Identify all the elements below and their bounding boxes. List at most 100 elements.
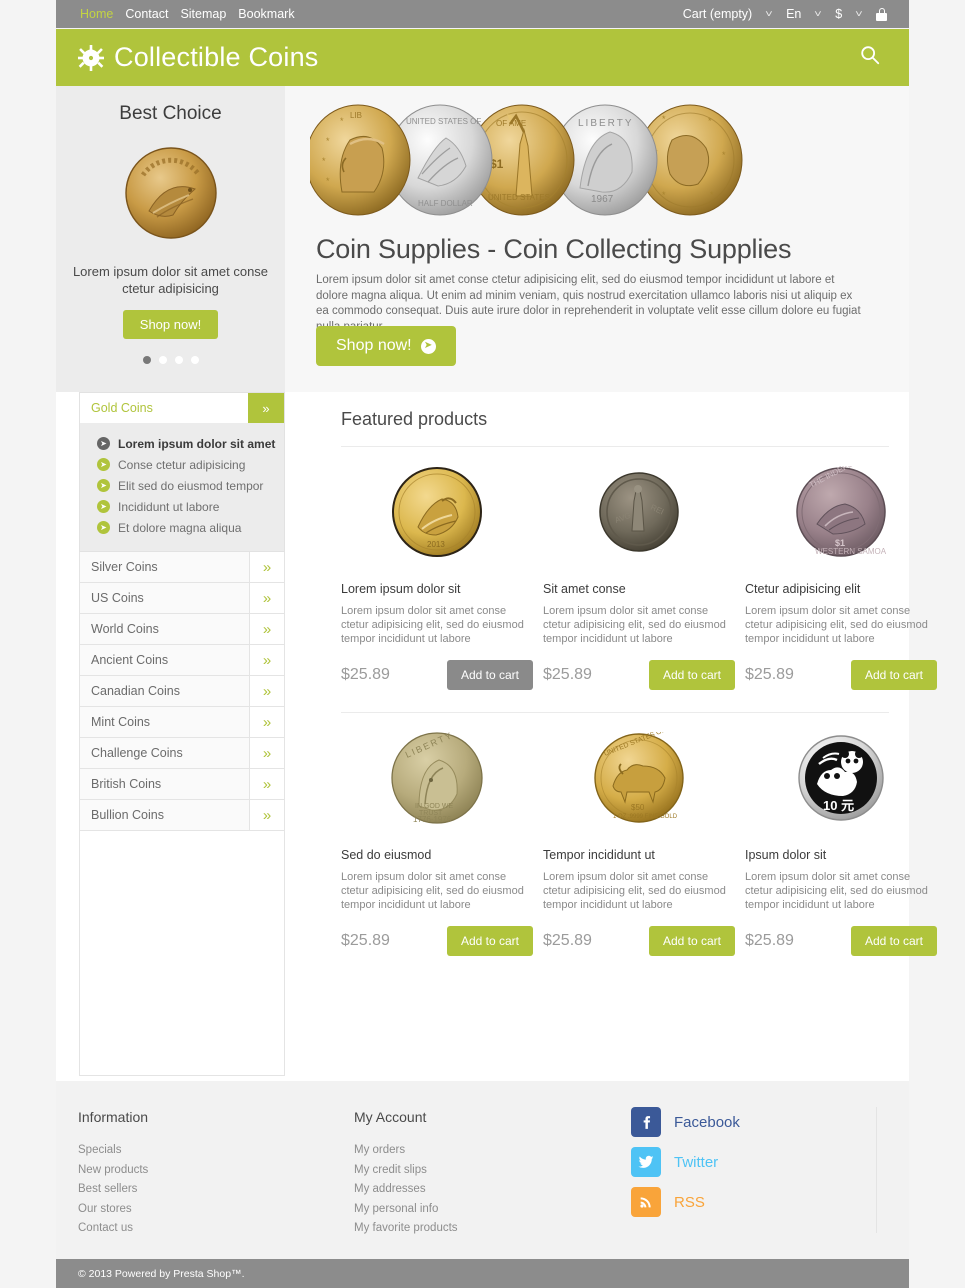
currency-selector[interactable]: $ <box>835 7 842 21</box>
site-logo[interactable]: Collectible Coins <box>56 42 319 73</box>
category-item-silver-coins[interactable]: Silver Coins » <box>79 552 285 583</box>
footer-link-my-addresses[interactable]: My addresses <box>354 1180 458 1200</box>
best-choice-coin-image[interactable] <box>123 145 219 241</box>
category-subitem[interactable]: ➤ Et dolore magna aliqua <box>80 517 284 538</box>
product-description: Lorem ipsum dolor sit amet conse ctetur … <box>543 605 726 645</box>
footer-link-our-stores[interactable]: Our stores <box>78 1200 148 1220</box>
category-active-header[interactable]: Gold Coins » <box>79 392 285 423</box>
add-to-cart-button[interactable]: Add to cart <box>648 926 735 956</box>
product-image-western-samoa[interactable]: THE INDEPENDENCE $1 WESTERN SAMOA <box>745 447 937 577</box>
chevron-double-right-icon[interactable]: » <box>249 800 284 830</box>
product-image-gold-sovereign[interactable]: 2013 <box>341 447 533 577</box>
twitter-icon <box>631 1147 661 1177</box>
product-footer: $25.89 Add to cart <box>745 660 937 690</box>
product-name[interactable]: Ctetur adipisicing elit <box>745 582 937 596</box>
category-item-british-coins[interactable]: British Coins » <box>79 769 285 800</box>
brand-name: Collectible Coins <box>114 42 319 72</box>
footer-link-new-products[interactable]: New products <box>78 1161 148 1181</box>
chevron-double-right-icon[interactable]: » <box>249 552 284 582</box>
footer-my-account-links: My orders My credit slips My addresses M… <box>354 1141 458 1239</box>
social-label-twitter: Twitter <box>674 1153 719 1171</box>
add-to-cart-button[interactable]: Add to cart <box>446 926 533 956</box>
social-link-facebook[interactable]: Facebook <box>631 1107 740 1137</box>
category-subitem[interactable]: ➤ Elit sed do eiusmod tempor <box>80 475 284 496</box>
cart-status[interactable]: Cart (empty) <box>683 7 752 21</box>
footer-link-my-personal-info[interactable]: My personal info <box>354 1200 458 1220</box>
svg-text:UNITED STATES OF: UNITED STATES OF <box>406 117 481 126</box>
banner-shop-now-button[interactable]: Shop now! ➤ <box>316 326 456 366</box>
carousel-dot-2[interactable] <box>158 356 167 364</box>
product-image-gold-buffalo[interactable]: UNITED STATES OF AMERICA $50 1 OZ .9999 … <box>543 713 735 843</box>
carousel-dot-1[interactable] <box>142 356 151 364</box>
nav-link-contact[interactable]: Contact <box>125 7 168 21</box>
category-item-world-coins[interactable]: World Coins » <box>79 614 285 645</box>
best-choice-shop-now-button[interactable]: Shop now! <box>122 310 219 339</box>
product-image-ancient-bronze[interactable]: AVG REI <box>543 447 735 577</box>
product-name[interactable]: Ipsum dolor sit <box>745 848 937 862</box>
footer-link-my-orders[interactable]: My orders <box>354 1141 458 1161</box>
product-description: Lorem ipsum dolor sit amet conse ctetur … <box>745 871 928 911</box>
chevron-double-right-icon[interactable]: » <box>249 583 284 613</box>
language-chevron-down-icon[interactable]: ˅ <box>814 9 822 20</box>
chevron-double-right-icon[interactable]: » <box>249 614 284 644</box>
product-row-2: LIBERTY IN GOD WE TRUST 1776·1976 Sed do… <box>285 713 937 956</box>
chevron-double-right-icon[interactable]: » <box>249 707 284 737</box>
chevron-double-down-icon[interactable]: » <box>248 393 284 423</box>
footer-link-best-sellers[interactable]: Best sellers <box>78 1180 148 1200</box>
currency-chevron-down-icon[interactable]: ˅ <box>855 9 863 20</box>
product-name[interactable]: Lorem ipsum dolor sit <box>341 582 533 596</box>
cart-chevron-down-icon[interactable]: ˅ <box>765 9 773 20</box>
arrow-right-circle-icon: ➤ <box>97 437 110 450</box>
footer-link-my-favorite-products[interactable]: My favorite products <box>354 1219 458 1239</box>
nav-link-bookmark[interactable]: Bookmark <box>238 7 294 21</box>
page-root: Home Contact Sitemap Bookmark Cart (empt… <box>0 0 965 1288</box>
chevron-double-right-icon[interactable]: » <box>249 645 284 675</box>
carousel-dot-4[interactable] <box>190 356 199 364</box>
category-item-mint-coins[interactable]: Mint Coins » <box>79 707 285 738</box>
chevron-double-right-icon[interactable]: » <box>249 676 284 706</box>
category-item-bullion-coins[interactable]: Bullion Coins » <box>79 800 285 831</box>
nav-link-home[interactable]: Home <box>80 7 113 21</box>
social-link-twitter[interactable]: Twitter <box>631 1147 740 1177</box>
lock-icon[interactable] <box>876 7 887 21</box>
category-item-label: Bullion Coins <box>91 808 164 822</box>
category-item-challenge-coins[interactable]: Challenge Coins » <box>79 738 285 769</box>
starburst-logo-icon <box>78 44 104 71</box>
best-choice-title: Best Choice <box>119 103 222 124</box>
add-to-cart-button[interactable]: Add to cart <box>648 660 735 690</box>
add-to-cart-button[interactable]: Add to cart <box>446 660 533 690</box>
category-subitem[interactable]: ➤ Lorem ipsum dolor sit amet <box>80 433 284 454</box>
copyright-text: © 2013 Powered by Presta Shop™. <box>78 1267 245 1280</box>
chevron-double-right-icon[interactable]: » <box>249 769 284 799</box>
product-name[interactable]: Tempor incididunt ut <box>543 848 735 862</box>
category-item-ancient-coins[interactable]: Ancient Coins » <box>79 645 285 676</box>
category-subitem-label: Elit sed do eiusmod tempor <box>118 478 264 493</box>
footer-my-account-column: My Account My orders My credit slips My … <box>354 1109 458 1239</box>
language-selector[interactable]: En <box>786 7 801 21</box>
product-name[interactable]: Sit amet conse <box>543 582 735 596</box>
nav-link-sitemap[interactable]: Sitemap <box>180 7 226 21</box>
category-subitem[interactable]: ➤ Conse ctetur adipisicing <box>80 454 284 475</box>
svg-text:*: * <box>326 176 330 186</box>
category-item-canadian-coins[interactable]: Canadian Coins » <box>79 676 285 707</box>
footer-link-specials[interactable]: Specials <box>78 1141 148 1161</box>
product-name[interactable]: Sed do eiusmod <box>341 848 533 862</box>
carousel-dot-3[interactable] <box>174 356 183 364</box>
product-image-silver-panda[interactable]: 10 元 <box>745 713 937 843</box>
add-to-cart-button[interactable]: Add to cart <box>850 660 937 690</box>
banner-shop-now-label: Shop now! <box>336 337 412 354</box>
product-card: UNITED STATES OF AMERICA $50 1 OZ .9999 … <box>543 713 745 956</box>
product-description: Lorem ipsum dolor sit amet conse ctetur … <box>341 871 524 911</box>
search-icon[interactable] <box>859 44 909 71</box>
social-link-rss[interactable]: RSS <box>631 1187 740 1217</box>
footer-link-contact-us[interactable]: Contact us <box>78 1219 148 1239</box>
category-item-us-coins[interactable]: US Coins » <box>79 583 285 614</box>
footer-link-my-credit-slips[interactable]: My credit slips <box>354 1161 458 1181</box>
chevron-double-right-icon[interactable]: » <box>249 738 284 768</box>
product-image-eisenhower-dollar[interactable]: LIBERTY IN GOD WE TRUST 1776·1976 <box>341 713 533 843</box>
content-shell: Best Choice Lorem ipsum dolor sit amet c… <box>56 86 937 1081</box>
arrow-right-circle-icon: ➤ <box>420 338 436 354</box>
add-to-cart-button[interactable]: Add to cart <box>850 926 937 956</box>
category-subitem[interactable]: ➤ Incididunt ut labore <box>80 496 284 517</box>
top-nav-utilities: Cart (empty) ˅ En ˅ $ ˅ <box>683 7 909 21</box>
